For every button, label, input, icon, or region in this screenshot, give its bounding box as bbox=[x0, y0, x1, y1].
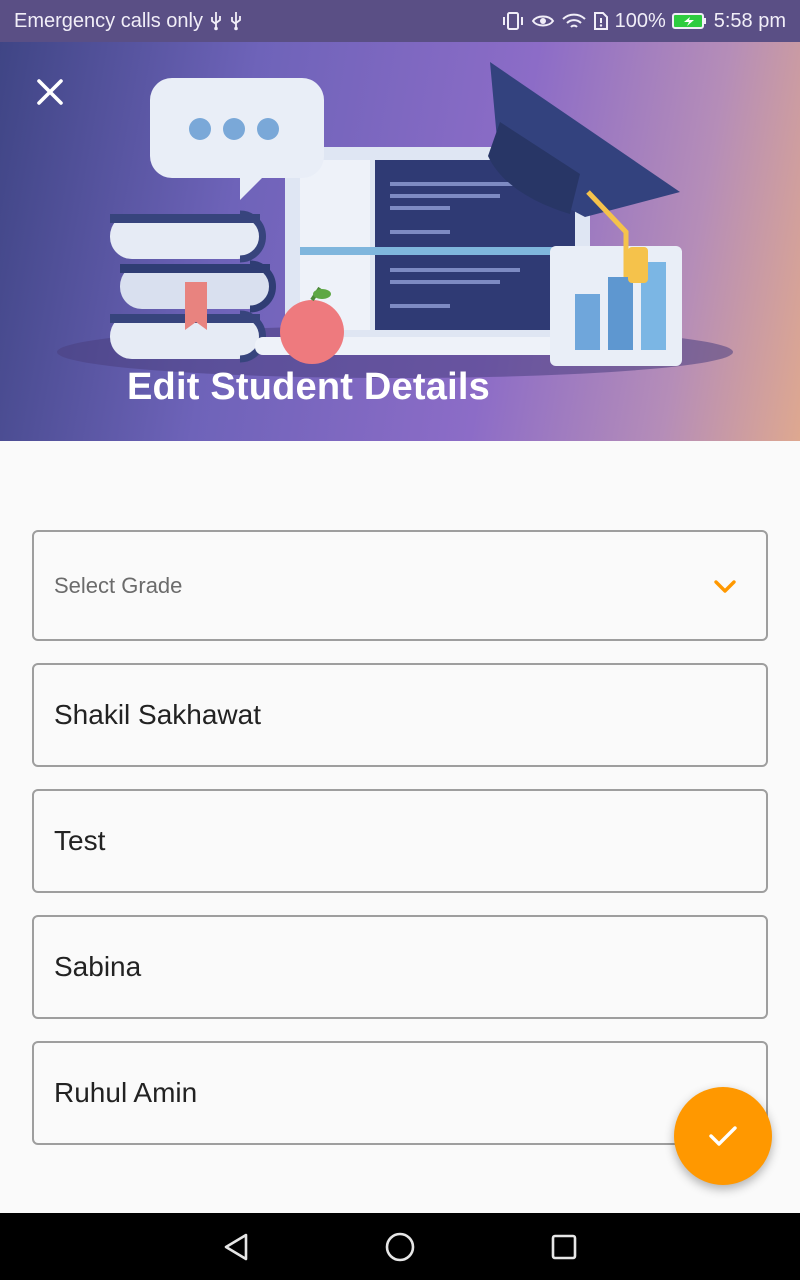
wifi-icon bbox=[561, 11, 587, 31]
text-field[interactable] bbox=[32, 915, 768, 1019]
back-icon bbox=[224, 1233, 248, 1260]
system-nav-bar bbox=[0, 1213, 800, 1280]
header-banner: Edit Student Details bbox=[0, 42, 800, 441]
usb-icon bbox=[209, 11, 223, 31]
battery-percent: 100% bbox=[614, 9, 666, 32]
recents-icon bbox=[551, 1234, 577, 1259]
grade-select[interactable]: Select Grade bbox=[32, 530, 768, 641]
close-icon bbox=[37, 79, 63, 105]
carrier-text: Emergency calls only bbox=[14, 9, 203, 32]
eye-icon bbox=[531, 11, 555, 31]
page-title: Edit Student Details bbox=[127, 366, 490, 408]
student-form: Select Grade bbox=[32, 530, 768, 1167]
home-icon bbox=[385, 1232, 415, 1261]
chevron-down-icon bbox=[712, 573, 738, 599]
recents-button[interactable] bbox=[542, 1225, 586, 1269]
battery-charging-icon bbox=[671, 11, 708, 31]
save-fab-button[interactable] bbox=[674, 1087, 772, 1185]
sim-icon bbox=[593, 11, 609, 31]
text-input[interactable] bbox=[54, 1077, 746, 1109]
text-input[interactable] bbox=[54, 951, 746, 983]
clock-text: 5:58 pm bbox=[713, 9, 786, 32]
grade-select-placeholder: Select Grade bbox=[54, 572, 183, 598]
vibrate-icon bbox=[501, 11, 525, 31]
text-input[interactable] bbox=[54, 825, 746, 857]
usb-icon bbox=[229, 11, 243, 31]
home-button[interactable] bbox=[378, 1225, 422, 1269]
student-name-field[interactable] bbox=[32, 663, 768, 767]
status-bar: Emergency calls only 100% 5:58 pm bbox=[0, 0, 800, 42]
close-button[interactable] bbox=[30, 72, 70, 112]
back-button[interactable] bbox=[214, 1225, 258, 1269]
check-icon bbox=[709, 1126, 737, 1146]
text-field[interactable] bbox=[32, 789, 768, 893]
student-name-input[interactable] bbox=[54, 699, 746, 731]
text-field[interactable] bbox=[32, 1041, 768, 1145]
